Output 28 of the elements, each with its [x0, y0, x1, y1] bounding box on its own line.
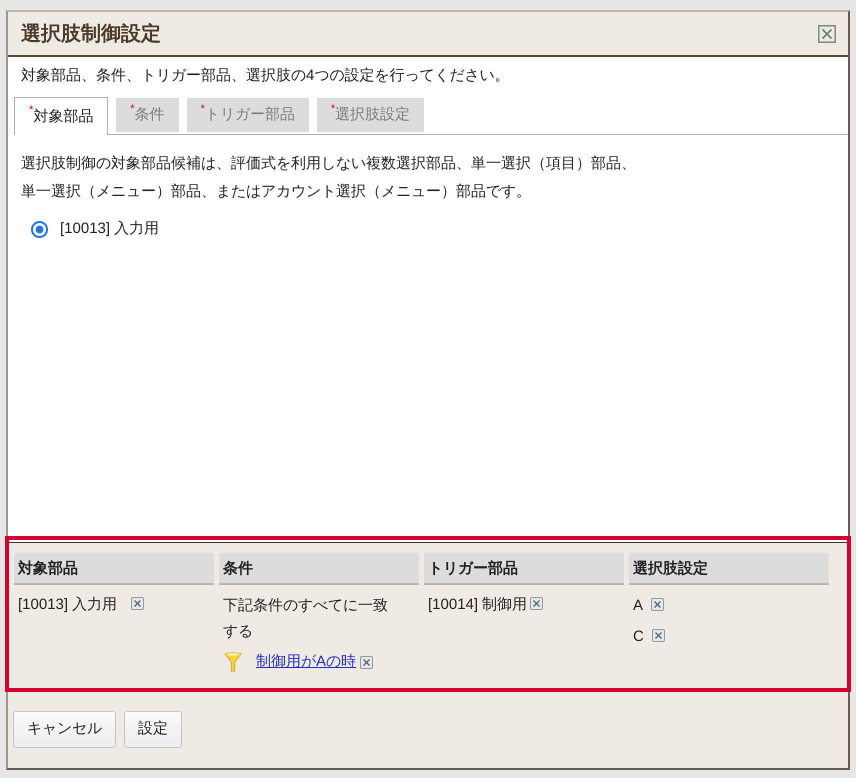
condition-link[interactable]: 制御用がAの時: [256, 650, 356, 674]
column-header: トリガー部品: [424, 553, 624, 585]
tab[interactable]: *対象部品: [14, 97, 108, 135]
condition-text: 下記条件のすべてに一致する: [223, 596, 389, 642]
column-header: 選択肢設定: [629, 553, 829, 585]
radio-button[interactable]: [31, 220, 48, 238]
trigger-part-name: [10014] 制御用: [428, 596, 528, 613]
target-part-name: [10013] 入力用: [18, 596, 118, 613]
remove-icon[interactable]: [652, 629, 665, 642]
dialog-button[interactable]: 設定: [124, 711, 182, 748]
tab[interactable]: *条件: [116, 98, 179, 132]
option-label[interactable]: [10013] 入力用: [60, 218, 160, 240]
tab[interactable]: *選択肢設定: [316, 98, 424, 132]
dialog-title: 選択肢制御設定: [21, 22, 161, 46]
dialog-button[interactable]: キャンセル: [13, 711, 116, 748]
tab[interactable]: *トリガー部品: [186, 98, 309, 132]
choice-label: C: [633, 628, 644, 645]
remove-icon[interactable]: [530, 597, 544, 610]
funnel-icon: [224, 652, 242, 672]
remove-icon[interactable]: [651, 598, 664, 611]
remove-icon[interactable]: [131, 597, 144, 610]
close-icon[interactable]: [818, 24, 836, 42]
choice-label: A: [633, 597, 644, 614]
column-header: 対象部品: [14, 553, 214, 585]
column-header: 条件: [219, 553, 419, 585]
description-text: 選択肢制御の対象部品候補は、評価式を利用しない複数選択部品、単一選択（項目）部品、 単一選択（メニュー）部品、またはアカウント選択（メニュー）部品です。: [21, 154, 637, 202]
remove-icon[interactable]: [360, 656, 374, 668]
instruction-text: 対象部品、条件、トリガー部品、選択肢の4つの設定を行ってください。: [21, 66, 510, 86]
